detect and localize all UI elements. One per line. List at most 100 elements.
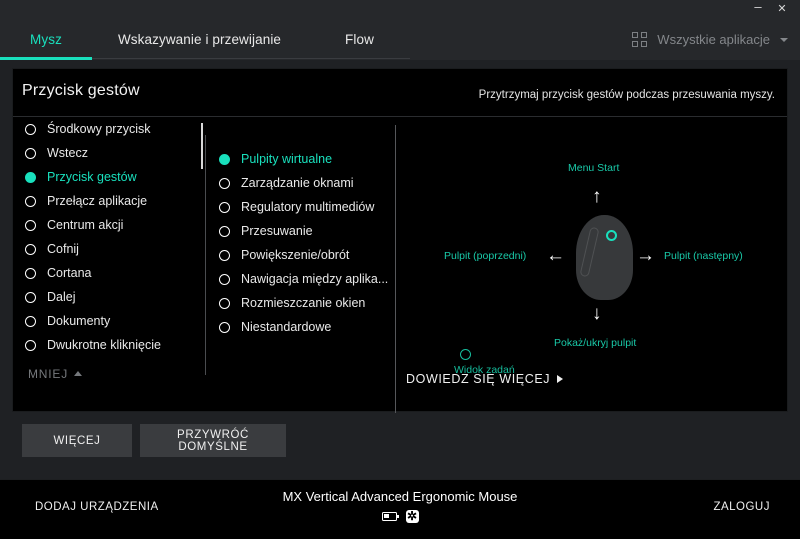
card-hint-text: Przytrzymaj przycisk gestów podczas prze…	[478, 89, 775, 101]
list-item[interactable]: Środkowy przycisk	[13, 117, 203, 141]
chevron-up-icon	[74, 371, 82, 376]
list-item-label: Przełącz aplikacje	[47, 194, 148, 208]
device-info: MX Vertical Advanced Ergonomic Mouse ✲	[0, 489, 800, 523]
list-item[interactable]: Zarządzanie oknami	[206, 171, 388, 195]
list-item[interactable]: Niestandardowe	[206, 315, 388, 339]
list-item-label: Niestandardowe	[241, 320, 332, 334]
action-buttons: WIĘCEJ PRZYWRÓĆ DOMYŚLNE	[22, 424, 286, 457]
tab-mysz[interactable]: Mysz	[0, 18, 92, 60]
list-item[interactable]: Dwukrotne kliknięcie	[13, 333, 203, 357]
list-item[interactable]: Nawigacja między aplika...	[206, 267, 388, 291]
list-item[interactable]: Przesuwanie	[206, 219, 388, 243]
radio-icon	[25, 195, 36, 207]
list-item-label: Rozmieszczanie okien	[241, 296, 366, 310]
list-item-label: Wstecz	[47, 146, 88, 160]
button-actions-list: Środkowy przycisk Wstecz Przycisk gestów…	[13, 117, 203, 360]
list-item[interactable]: Powiększenie/obrót	[206, 243, 388, 267]
list-item[interactable]: Cofnij	[13, 237, 203, 261]
list-item-label: Cofnij	[47, 242, 79, 256]
radio-icon	[25, 315, 36, 327]
tab-wskazywanie-i-przewijanie[interactable]: Wskazywanie i przewijanie	[92, 18, 307, 60]
radio-icon	[219, 321, 230, 333]
gesture-types-list: Pulpity wirtualne Zarządzanie oknami Reg…	[206, 147, 388, 339]
unifying-receiver-icon: ✲	[405, 509, 419, 523]
gesture-diagram: Menu Start Pulpit (poprzedni) Pulpit (na…	[396, 117, 787, 376]
arrow-up-icon: ↑	[592, 186, 602, 207]
window-controls: – ✕	[746, 0, 794, 18]
radio-icon	[219, 297, 230, 309]
show-less-button[interactable]: MNIEJ	[28, 367, 82, 381]
list-item[interactable]: Rozmieszczanie okien	[206, 291, 388, 315]
footer-bar: DODAJ URZĄDZENIA MX Vertical Advanced Er…	[0, 479, 800, 539]
restore-defaults-button[interactable]: PRZYWRÓĆ DOMYŚLNE	[140, 424, 286, 457]
chevron-down-icon	[780, 38, 788, 42]
gesture-right-label: Pulpit (następny)	[664, 250, 743, 262]
logitech-options-window: – ✕ Mysz Wskazywanie i przewijanie Flow …	[0, 0, 800, 539]
button-actions-column: Środkowy przycisk Wstecz Przycisk gestów…	[13, 117, 203, 413]
actions-list-scrollbar[interactable]	[201, 123, 203, 359]
learn-more-label: DOWIEDZ SIĘ WIĘCEJ	[406, 372, 551, 386]
gesture-up-label: Menu Start	[568, 162, 620, 174]
list-item-label: Nawigacja między aplika...	[241, 272, 389, 286]
list-item-label: Regulatory multimediów	[241, 200, 375, 214]
tab-active-indicator	[0, 57, 92, 60]
all-applications-label: Wszystkie aplikacje	[657, 31, 770, 47]
gesture-left-label: Pulpit (poprzedni)	[444, 250, 527, 262]
tab-bar: Mysz Wskazywanie i przewijanie Flow Wszy…	[0, 18, 800, 60]
list-item[interactable]: E-mail	[13, 357, 203, 360]
grid-icon	[632, 31, 648, 47]
radio-icon	[219, 201, 230, 213]
list-item-selected[interactable]: Pulpity wirtualne	[206, 147, 388, 171]
card-body: Środkowy przycisk Wstecz Przycisk gestów…	[13, 117, 787, 413]
radio-icon	[25, 123, 36, 135]
more-button[interactable]: WIĘCEJ	[22, 424, 132, 457]
list-item-label: Dwukrotne kliknięcie	[47, 338, 161, 352]
tab-flow[interactable]: Flow	[307, 18, 412, 60]
tab-rail	[92, 58, 410, 59]
gesture-click-marker-icon	[460, 349, 471, 360]
mouse-illustration	[576, 215, 633, 300]
all-applications-selector[interactable]: Wszystkie aplikacje	[632, 18, 788, 60]
settings-card: Przycisk gestów Przytrzymaj przycisk ges…	[12, 68, 788, 413]
close-icon[interactable]: ✕	[770, 0, 794, 18]
radio-icon	[219, 249, 230, 261]
list-item[interactable]: Dalej	[13, 285, 203, 309]
card-header: Przycisk gestów Przytrzymaj przycisk ges…	[13, 69, 787, 117]
list-item[interactable]: Regulatory multimediów	[206, 195, 388, 219]
arrow-right-icon: →	[636, 245, 655, 266]
list-item-label: Powiększenie/obrót	[241, 248, 350, 262]
list-item-label: Przesuwanie	[241, 224, 313, 238]
device-name: MX Vertical Advanced Ergonomic Mouse	[282, 489, 518, 504]
gesture-down-label: Pokaż/ukryj pulpit	[554, 337, 637, 349]
list-item[interactable]: Przełącz aplikacje	[13, 189, 203, 213]
mouse-thumb-rest-icon	[579, 226, 600, 278]
list-item-label: Dokumenty	[47, 314, 111, 328]
battery-icon	[381, 512, 399, 521]
radio-icon	[25, 267, 36, 279]
list-item[interactable]: Dokumenty	[13, 309, 203, 333]
scrollbar-thumb[interactable]	[201, 123, 203, 169]
arrow-down-icon: ↓	[592, 303, 602, 324]
radio-selected-icon	[25, 171, 36, 183]
list-item[interactable]: Centrum akcji	[13, 213, 203, 237]
learn-more-link[interactable]: DOWIEDZ SIĘ WIĘCEJ	[406, 372, 564, 386]
radio-selected-icon	[219, 153, 230, 165]
gesture-button-highlight-icon	[606, 230, 617, 241]
radio-icon	[25, 243, 36, 255]
radio-icon	[219, 177, 230, 189]
title-bar: – ✕	[0, 0, 800, 18]
radio-icon	[25, 147, 36, 159]
page-title: Przycisk gestów	[22, 82, 140, 99]
radio-icon	[25, 219, 36, 231]
sign-in-button[interactable]: ZALOGUJ	[713, 501, 770, 513]
list-item[interactable]: Cortana	[13, 261, 203, 285]
radio-icon	[25, 291, 36, 303]
list-item-label: Centrum akcji	[47, 218, 124, 232]
gesture-types-column: Pulpity wirtualne Zarządzanie oknami Reg…	[206, 117, 395, 413]
list-item[interactable]: Wstecz	[13, 141, 203, 165]
arrow-left-icon: ←	[546, 245, 565, 266]
radio-icon	[25, 339, 36, 351]
list-item-label: Zarządzanie oknami	[241, 176, 354, 190]
list-item-selected[interactable]: Przycisk gestów	[13, 165, 203, 189]
radio-icon	[219, 273, 230, 285]
